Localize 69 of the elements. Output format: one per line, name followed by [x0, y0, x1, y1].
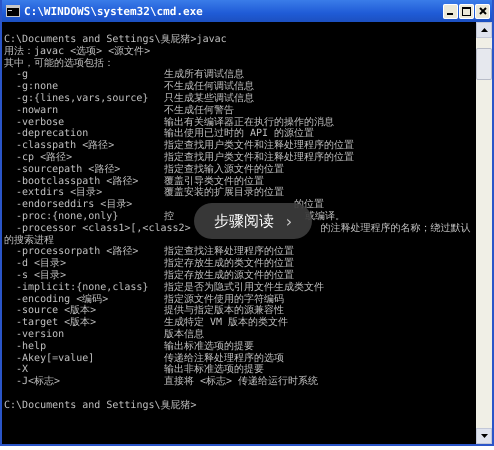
option-description: 只生成某些调试信息	[164, 92, 254, 104]
option-description: 生成特定 VM 版本的类文件	[164, 317, 288, 328]
option-description: 指定查找输入源文件的位置	[164, 164, 284, 176]
option-description: 生成所有调试信息	[164, 69, 244, 80]
option-name: -d <目录>	[15, 258, 68, 270]
maximize-icon	[462, 6, 471, 16]
option-name: -J<标志>	[15, 376, 62, 388]
option-name: -classpath <路径>	[15, 140, 116, 152]
option-description: 指定查找用户类文件和注释处理程序的位置	[164, 140, 354, 152]
option-name: -encoding <编码>	[15, 294, 110, 305]
option-description: 的注释处理程序的名称；绕过默认	[320, 222, 471, 235]
console-icon	[6, 5, 20, 17]
option-description: 覆盖引导类文件的位置	[164, 176, 264, 187]
option-name: -processorpath <路径>	[15, 246, 140, 258]
option-description: 指定存放生成的源文件的位置	[164, 270, 294, 282]
option-name: -s <目录>	[15, 270, 68, 282]
option-name: -Akey[=value]	[15, 352, 96, 364]
option-name: -nowarn	[15, 104, 60, 117]
up-arrow-icon	[480, 28, 488, 32]
option-name: -processor <class1>[,<class2>	[16, 222, 191, 234]
option-description: 不生成任何警告	[164, 104, 234, 116]
option-description: 指定查找注释处理程序的位置	[164, 246, 294, 258]
option-description: 指定查找用户类文件和注释处理程序的位置	[164, 152, 354, 164]
console-text: C:\Documents and Settings\臭屁猪>javac	[4, 34, 227, 46]
option-description: 输出标准选项的提要	[164, 340, 254, 352]
option-description: 指定存放生成的类文件的位置	[164, 258, 294, 270]
scrollbar[interactable]	[476, 22, 492, 444]
option-description: 传递给注释处理程序的选项	[164, 352, 284, 364]
option-name: -g	[15, 69, 30, 82]
option-name: -source <版本>	[15, 305, 98, 316]
option-description: 不生成任何调试信息	[164, 81, 254, 92]
option-description: 输出使用已过时的 API 的源位置	[164, 128, 314, 140]
scroll-down-button[interactable]	[476, 428, 492, 444]
option-name: -endorseddirs <目录>	[15, 199, 134, 211]
option-name: -help	[15, 340, 48, 353]
option-name: -g:none	[15, 81, 60, 93]
option-description: 输出非标准选项的提要	[164, 364, 264, 376]
minimize-button[interactable]	[443, 4, 458, 18]
option-description: 指定源文件使用的字符编码	[164, 294, 284, 305]
option-name: -X	[15, 364, 30, 376]
option-description: 直接将 <标志> 传递给运行时系统	[164, 376, 318, 388]
option-name: -g:{lines,vars,source}	[15, 92, 150, 105]
option-description: 控	[164, 210, 174, 223]
option-description: 输出有关编译器正在执行的操作的消息	[164, 116, 334, 128]
console-text: C:\Documents and Settings\臭屁猪>	[4, 400, 197, 412]
option-description: 覆盖安装的扩展目录的位置	[164, 187, 284, 200]
close-icon	[478, 7, 486, 15]
console-text: 其中，可能的选项包括：	[4, 58, 114, 70]
option-name: -target <版本>	[15, 317, 98, 329]
option-name: -deprecation	[15, 128, 90, 140]
option-name: -sourcepath <路径>	[15, 164, 122, 176]
option-description: 指定是否为隐式引用文件生成类文件	[164, 282, 324, 294]
close-button[interactable]	[475, 4, 490, 18]
option-name: -cp <路径>	[15, 152, 74, 164]
scroll-up-button[interactable]	[476, 22, 492, 38]
console-text: 的搜索进程	[4, 234, 54, 246]
console-text: 用法：javac <选项> <源文件>	[4, 46, 150, 58]
option-description: 提供与指定版本的源兼容性	[164, 305, 284, 316]
option-name: -implicit:{none,class}	[15, 282, 150, 294]
option-name: -bootclasspath <路径>	[15, 176, 140, 187]
option-name: -version	[15, 328, 66, 341]
option-name: -extdirs <目录>	[15, 187, 104, 199]
down-arrow-icon	[480, 434, 488, 438]
option-name: -verbose	[15, 116, 66, 128]
window-title: C:\WINDOWS\system32\cmd.exe	[24, 4, 204, 18]
option-description: 版本信息	[164, 328, 204, 340]
scroll-thumb[interactable]	[476, 48, 492, 80]
option-name: -proc:{none,only}	[15, 210, 120, 223]
maximize-button[interactable]	[459, 4, 474, 18]
